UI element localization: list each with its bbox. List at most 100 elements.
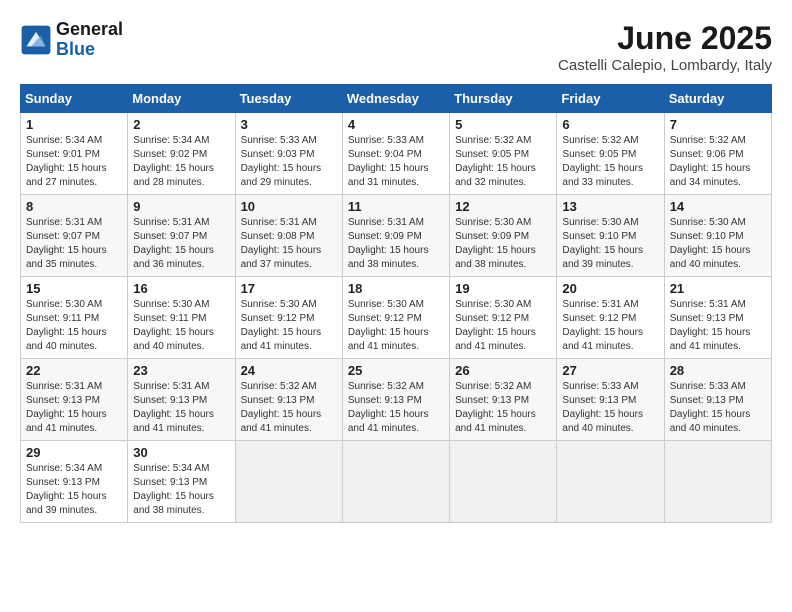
- calendar-cell: [557, 441, 664, 523]
- day-info: Sunrise: 5:32 AM Sunset: 9:05 PM Dayligh…: [562, 134, 658, 190]
- col-friday: Friday: [557, 85, 664, 113]
- calendar-cell: 14 Sunrise: 5:30 AM Sunset: 9:10 PM Dayl…: [664, 195, 771, 277]
- calendar-cell: 8 Sunrise: 5:31 AM Sunset: 9:07 PM Dayli…: [21, 195, 128, 277]
- day-info: Sunrise: 5:32 AM Sunset: 9:13 PM Dayligh…: [241, 380, 337, 436]
- day-number: 7: [670, 117, 766, 132]
- calendar-cell: 27 Sunrise: 5:33 AM Sunset: 9:13 PM Dayl…: [557, 359, 664, 441]
- day-number: 19: [455, 281, 551, 296]
- calendar-cell: [664, 441, 771, 523]
- col-monday: Monday: [128, 85, 235, 113]
- logo-line2: Blue: [56, 40, 123, 60]
- day-info: Sunrise: 5:34 AM Sunset: 9:02 PM Dayligh…: [133, 134, 229, 190]
- day-number: 13: [562, 199, 658, 214]
- day-number: 25: [348, 363, 444, 378]
- calendar-cell: 2 Sunrise: 5:34 AM Sunset: 9:02 PM Dayli…: [128, 113, 235, 195]
- calendar-cell: 29 Sunrise: 5:34 AM Sunset: 9:13 PM Dayl…: [21, 441, 128, 523]
- calendar-cell: 17 Sunrise: 5:30 AM Sunset: 9:12 PM Dayl…: [235, 277, 342, 359]
- calendar-cell: 22 Sunrise: 5:31 AM Sunset: 9:13 PM Dayl…: [21, 359, 128, 441]
- day-number: 30: [133, 445, 229, 460]
- day-info: Sunrise: 5:31 AM Sunset: 9:13 PM Dayligh…: [670, 298, 766, 354]
- calendar-cell: 15 Sunrise: 5:30 AM Sunset: 9:11 PM Dayl…: [21, 277, 128, 359]
- day-number: 16: [133, 281, 229, 296]
- day-info: Sunrise: 5:31 AM Sunset: 9:13 PM Dayligh…: [133, 380, 229, 436]
- calendar-week-2: 15 Sunrise: 5:30 AM Sunset: 9:11 PM Dayl…: [21, 277, 772, 359]
- day-info: Sunrise: 5:33 AM Sunset: 9:03 PM Dayligh…: [241, 134, 337, 190]
- calendar-cell: 25 Sunrise: 5:32 AM Sunset: 9:13 PM Dayl…: [342, 359, 449, 441]
- calendar-cell: [342, 441, 449, 523]
- calendar-subtitle: Castelli Calepio, Lombardy, Italy: [558, 57, 772, 74]
- day-info: Sunrise: 5:32 AM Sunset: 9:05 PM Dayligh…: [455, 134, 551, 190]
- day-number: 11: [348, 199, 444, 214]
- day-info: Sunrise: 5:30 AM Sunset: 9:11 PM Dayligh…: [133, 298, 229, 354]
- calendar-cell: 26 Sunrise: 5:32 AM Sunset: 9:13 PM Dayl…: [450, 359, 557, 441]
- calendar-cell: 9 Sunrise: 5:31 AM Sunset: 9:07 PM Dayli…: [128, 195, 235, 277]
- logo-line1: General: [56, 20, 123, 40]
- calendar-week-3: 22 Sunrise: 5:31 AM Sunset: 9:13 PM Dayl…: [21, 359, 772, 441]
- calendar-table: Sunday Monday Tuesday Wednesday Thursday…: [20, 84, 772, 523]
- calendar-cell: 28 Sunrise: 5:33 AM Sunset: 9:13 PM Dayl…: [664, 359, 771, 441]
- day-info: Sunrise: 5:30 AM Sunset: 9:09 PM Dayligh…: [455, 216, 551, 272]
- day-info: Sunrise: 5:33 AM Sunset: 9:13 PM Dayligh…: [670, 380, 766, 436]
- calendar-cell: 1 Sunrise: 5:34 AM Sunset: 9:01 PM Dayli…: [21, 113, 128, 195]
- day-info: Sunrise: 5:30 AM Sunset: 9:10 PM Dayligh…: [670, 216, 766, 272]
- calendar-cell: 6 Sunrise: 5:32 AM Sunset: 9:05 PM Dayli…: [557, 113, 664, 195]
- day-info: Sunrise: 5:31 AM Sunset: 9:13 PM Dayligh…: [26, 380, 122, 436]
- day-info: Sunrise: 5:33 AM Sunset: 9:13 PM Dayligh…: [562, 380, 658, 436]
- day-number: 29: [26, 445, 122, 460]
- day-info: Sunrise: 5:31 AM Sunset: 9:07 PM Dayligh…: [133, 216, 229, 272]
- calendar-cell: 3 Sunrise: 5:33 AM Sunset: 9:03 PM Dayli…: [235, 113, 342, 195]
- calendar-title: June 2025: [558, 20, 772, 57]
- day-number: 4: [348, 117, 444, 132]
- day-number: 1: [26, 117, 122, 132]
- day-info: Sunrise: 5:31 AM Sunset: 9:09 PM Dayligh…: [348, 216, 444, 272]
- day-number: 28: [670, 363, 766, 378]
- day-number: 15: [26, 281, 122, 296]
- calendar-week-4: 29 Sunrise: 5:34 AM Sunset: 9:13 PM Dayl…: [21, 441, 772, 523]
- calendar-cell: 19 Sunrise: 5:30 AM Sunset: 9:12 PM Dayl…: [450, 277, 557, 359]
- day-number: 12: [455, 199, 551, 214]
- calendar-cell: 11 Sunrise: 5:31 AM Sunset: 9:09 PM Dayl…: [342, 195, 449, 277]
- day-number: 14: [670, 199, 766, 214]
- day-number: 2: [133, 117, 229, 132]
- calendar-cell: 30 Sunrise: 5:34 AM Sunset: 9:13 PM Dayl…: [128, 441, 235, 523]
- header-row: Sunday Monday Tuesday Wednesday Thursday…: [21, 85, 772, 113]
- day-info: Sunrise: 5:34 AM Sunset: 9:01 PM Dayligh…: [26, 134, 122, 190]
- calendar-cell: 12 Sunrise: 5:30 AM Sunset: 9:09 PM Dayl…: [450, 195, 557, 277]
- day-info: Sunrise: 5:30 AM Sunset: 9:12 PM Dayligh…: [348, 298, 444, 354]
- calendar-cell: 4 Sunrise: 5:33 AM Sunset: 9:04 PM Dayli…: [342, 113, 449, 195]
- calendar-cell: 20 Sunrise: 5:31 AM Sunset: 9:12 PM Dayl…: [557, 277, 664, 359]
- calendar-cell: 5 Sunrise: 5:32 AM Sunset: 9:05 PM Dayli…: [450, 113, 557, 195]
- day-number: 3: [241, 117, 337, 132]
- day-number: 24: [241, 363, 337, 378]
- day-number: 8: [26, 199, 122, 214]
- day-info: Sunrise: 5:30 AM Sunset: 9:12 PM Dayligh…: [455, 298, 551, 354]
- calendar-cell: 21 Sunrise: 5:31 AM Sunset: 9:13 PM Dayl…: [664, 277, 771, 359]
- day-number: 18: [348, 281, 444, 296]
- day-number: 21: [670, 281, 766, 296]
- day-number: 9: [133, 199, 229, 214]
- day-number: 5: [455, 117, 551, 132]
- calendar-cell: 18 Sunrise: 5:30 AM Sunset: 9:12 PM Dayl…: [342, 277, 449, 359]
- header: General Blue June 2025 Castelli Calepio,…: [20, 20, 772, 74]
- day-info: Sunrise: 5:30 AM Sunset: 9:11 PM Dayligh…: [26, 298, 122, 354]
- day-info: Sunrise: 5:32 AM Sunset: 9:13 PM Dayligh…: [348, 380, 444, 436]
- day-number: 6: [562, 117, 658, 132]
- logo-icon: [20, 24, 52, 56]
- day-info: Sunrise: 5:30 AM Sunset: 9:12 PM Dayligh…: [241, 298, 337, 354]
- day-number: 10: [241, 199, 337, 214]
- calendar-week-1: 8 Sunrise: 5:31 AM Sunset: 9:07 PM Dayli…: [21, 195, 772, 277]
- calendar-cell: [235, 441, 342, 523]
- day-number: 22: [26, 363, 122, 378]
- col-sunday: Sunday: [21, 85, 128, 113]
- logo: General Blue: [20, 20, 123, 60]
- title-section: June 2025 Castelli Calepio, Lombardy, It…: [558, 20, 772, 74]
- day-info: Sunrise: 5:32 AM Sunset: 9:13 PM Dayligh…: [455, 380, 551, 436]
- day-number: 27: [562, 363, 658, 378]
- calendar-cell: 7 Sunrise: 5:32 AM Sunset: 9:06 PM Dayli…: [664, 113, 771, 195]
- col-wednesday: Wednesday: [342, 85, 449, 113]
- day-number: 23: [133, 363, 229, 378]
- calendar-cell: 13 Sunrise: 5:30 AM Sunset: 9:10 PM Dayl…: [557, 195, 664, 277]
- calendar-week-0: 1 Sunrise: 5:34 AM Sunset: 9:01 PM Dayli…: [21, 113, 772, 195]
- calendar-cell: 23 Sunrise: 5:31 AM Sunset: 9:13 PM Dayl…: [128, 359, 235, 441]
- day-number: 26: [455, 363, 551, 378]
